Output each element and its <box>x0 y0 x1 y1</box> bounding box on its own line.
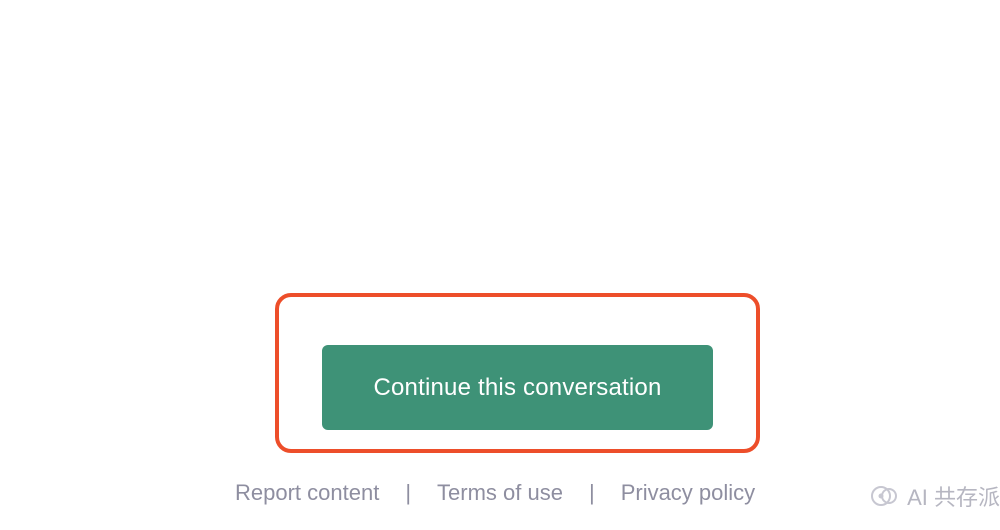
privacy-policy-link[interactable]: Privacy policy <box>621 480 755 506</box>
footer-separator: | <box>405 480 411 506</box>
continue-button-label: Continue this conversation <box>373 374 661 402</box>
watermark-text: AI 共存派 <box>907 480 1000 512</box>
footer-separator: | <box>589 480 595 506</box>
watermark-icon <box>869 481 899 511</box>
footer-links: Report content | Terms of use | Privacy … <box>235 480 755 506</box>
watermark: AI 共存派 <box>869 480 1000 512</box>
terms-of-use-link[interactable]: Terms of use <box>437 480 563 506</box>
continue-conversation-button[interactable]: Continue this conversation <box>322 345 713 430</box>
report-content-link[interactable]: Report content <box>235 480 379 506</box>
